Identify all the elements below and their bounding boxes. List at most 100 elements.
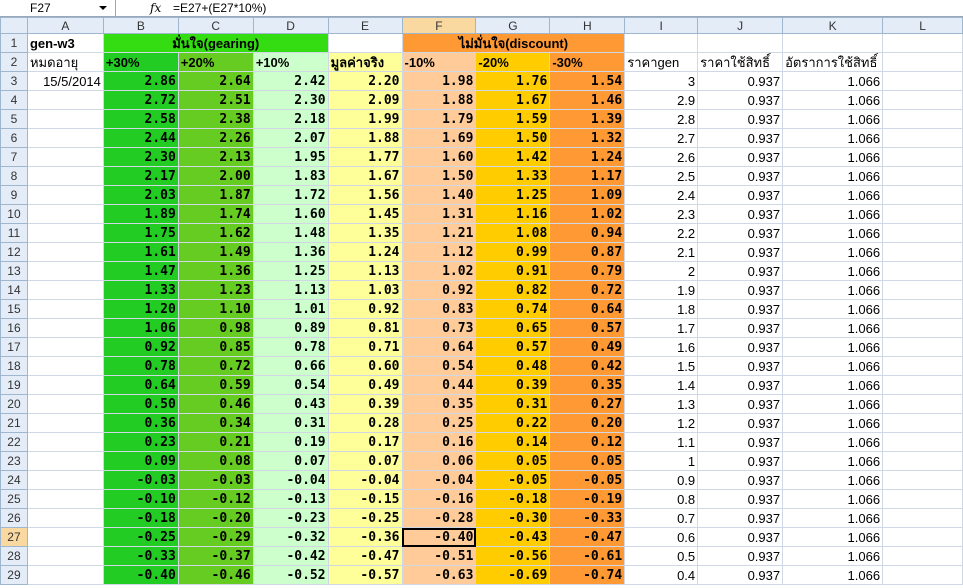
cell-f[interactable]: 0.92 (401, 280, 477, 300)
cell-b[interactable]: 1.61 (102, 242, 179, 262)
cell-k[interactable]: 1.066 (782, 147, 884, 167)
cell-j[interactable]: 0.937 (697, 356, 784, 376)
column-header-f[interactable]: F (401, 17, 477, 34)
column-header-d[interactable]: D (252, 17, 329, 34)
name-box[interactable]: F27 (0, 0, 116, 16)
cell-f[interactable]: 0.54 (401, 356, 477, 376)
cell-l[interactable] (882, 565, 963, 585)
cell-f[interactable]: -0.40 (401, 527, 477, 547)
cell-f2[interactable]: -10% (401, 52, 477, 72)
cell-c[interactable]: -0.20 (177, 508, 254, 528)
cell-d[interactable]: 0.31 (252, 413, 329, 433)
column-header-a[interactable]: A (26, 17, 104, 34)
cell-i[interactable]: 2.6 (624, 147, 699, 167)
cell-e[interactable]: -0.15 (327, 489, 403, 509)
cell-k[interactable]: 1.066 (782, 109, 884, 129)
row-header[interactable]: 25 (0, 489, 28, 509)
cell-i[interactable]: 2.4 (624, 185, 699, 205)
cell-l[interactable] (882, 147, 963, 167)
cell-b[interactable]: 1.06 (102, 318, 179, 338)
cell-d[interactable]: 1.83 (252, 166, 329, 186)
cell-b[interactable]: 1.75 (102, 223, 179, 243)
cell-k[interactable]: 1.066 (782, 280, 884, 300)
cell-k[interactable]: 1.066 (782, 527, 884, 547)
cell-j[interactable]: 0.937 (697, 223, 784, 243)
cell-b[interactable]: 0.78 (102, 356, 179, 376)
cell-f[interactable]: 1.12 (401, 242, 477, 262)
cell-e[interactable]: 1.35 (327, 223, 403, 243)
cell-j[interactable]: 0.937 (697, 546, 784, 566)
cell-h2[interactable]: -30% (549, 52, 626, 72)
cell-c[interactable]: 2.26 (177, 128, 254, 148)
row-header[interactable]: 20 (0, 394, 28, 414)
cell-c[interactable]: 1.49 (177, 242, 254, 262)
cell-j[interactable]: 0.937 (697, 185, 784, 205)
cell-i[interactable]: 2.3 (624, 204, 699, 224)
row-header[interactable]: 24 (0, 470, 28, 490)
cell-c[interactable]: 0.85 (177, 337, 254, 357)
cell-i[interactable]: 1.8 (624, 299, 699, 319)
row-header[interactable]: 8 (0, 166, 28, 186)
cell-c[interactable]: 2.51 (177, 90, 254, 110)
cell-d[interactable]: 1.48 (252, 223, 329, 243)
cell-l[interactable] (882, 508, 963, 528)
cell-e[interactable]: 2.20 (327, 71, 403, 91)
cell-g[interactable]: 1.08 (475, 223, 551, 243)
cell-h[interactable]: -0.19 (549, 489, 626, 509)
cell-c[interactable]: 2.00 (177, 166, 254, 186)
cell-c[interactable]: 1.74 (177, 204, 254, 224)
cell-i[interactable]: 0.7 (624, 508, 699, 528)
cell-f[interactable]: 1.69 (401, 128, 477, 148)
cell-g[interactable]: 1.42 (475, 147, 551, 167)
column-header-k[interactable]: K (782, 17, 884, 34)
cell-c[interactable]: 0.59 (177, 375, 254, 395)
cell-h[interactable]: 0.64 (549, 299, 626, 319)
cell-l[interactable] (882, 470, 963, 490)
cell-d[interactable]: -0.42 (252, 546, 329, 566)
column-header-l[interactable]: L (882, 17, 963, 34)
cell-i[interactable]: 3 (624, 71, 699, 91)
cell-b[interactable]: -0.25 (102, 527, 179, 547)
cell-l[interactable] (882, 90, 963, 110)
row-header[interactable]: 27 (0, 527, 28, 547)
cell-g[interactable]: 0.14 (475, 432, 551, 452)
row-header[interactable]: 3 (0, 71, 28, 91)
cell-h[interactable]: 0.87 (549, 242, 626, 262)
cell-c[interactable]: -0.46 (177, 565, 254, 585)
cell-a[interactable] (26, 223, 104, 243)
cell-j[interactable]: 0.937 (697, 451, 784, 471)
cell-g[interactable]: -0.56 (475, 546, 551, 566)
cell-b[interactable]: 2.44 (102, 128, 179, 148)
cell-k[interactable]: 1.066 (782, 204, 884, 224)
cell-d[interactable]: 0.19 (252, 432, 329, 452)
cell-e[interactable]: -0.25 (327, 508, 403, 528)
cell-i[interactable]: 2 (624, 261, 699, 281)
cell-e[interactable]: 2.09 (327, 90, 403, 110)
cell-j[interactable]: 0.937 (697, 280, 784, 300)
cell-l[interactable] (882, 299, 963, 319)
cell-b[interactable]: 0.36 (102, 413, 179, 433)
cell-g[interactable]: 0.65 (475, 318, 551, 338)
cell-e[interactable]: 1.24 (327, 242, 403, 262)
cell-i2[interactable]: ราคาgen (624, 52, 699, 72)
cell-b[interactable]: 0.09 (102, 451, 179, 471)
row-header[interactable]: 7 (0, 147, 28, 167)
cell-k[interactable]: 1.066 (782, 261, 884, 281)
cell-g[interactable]: -0.30 (475, 508, 551, 528)
cell-h[interactable]: 1.54 (549, 71, 626, 91)
cell-e[interactable]: 0.07 (327, 451, 403, 471)
cell-f[interactable]: -0.63 (401, 565, 477, 585)
cell-k[interactable]: 1.066 (782, 565, 884, 585)
cell-c[interactable]: 1.62 (177, 223, 254, 243)
cell-l[interactable] (882, 527, 963, 547)
cell-l[interactable] (882, 204, 963, 224)
cell-a[interactable] (26, 546, 104, 566)
cell-j[interactable]: 0.937 (697, 299, 784, 319)
cell-g[interactable]: 1.25 (475, 185, 551, 205)
cell-b[interactable]: 2.86 (102, 71, 179, 91)
cell-k[interactable]: 1.066 (782, 128, 884, 148)
cell-gearing-header[interactable]: มั่นใจ(gearing) (102, 33, 329, 53)
cell-g[interactable]: 0.39 (475, 375, 551, 395)
cell-k[interactable]: 1.066 (782, 451, 884, 471)
cell-c[interactable]: 0.72 (177, 356, 254, 376)
